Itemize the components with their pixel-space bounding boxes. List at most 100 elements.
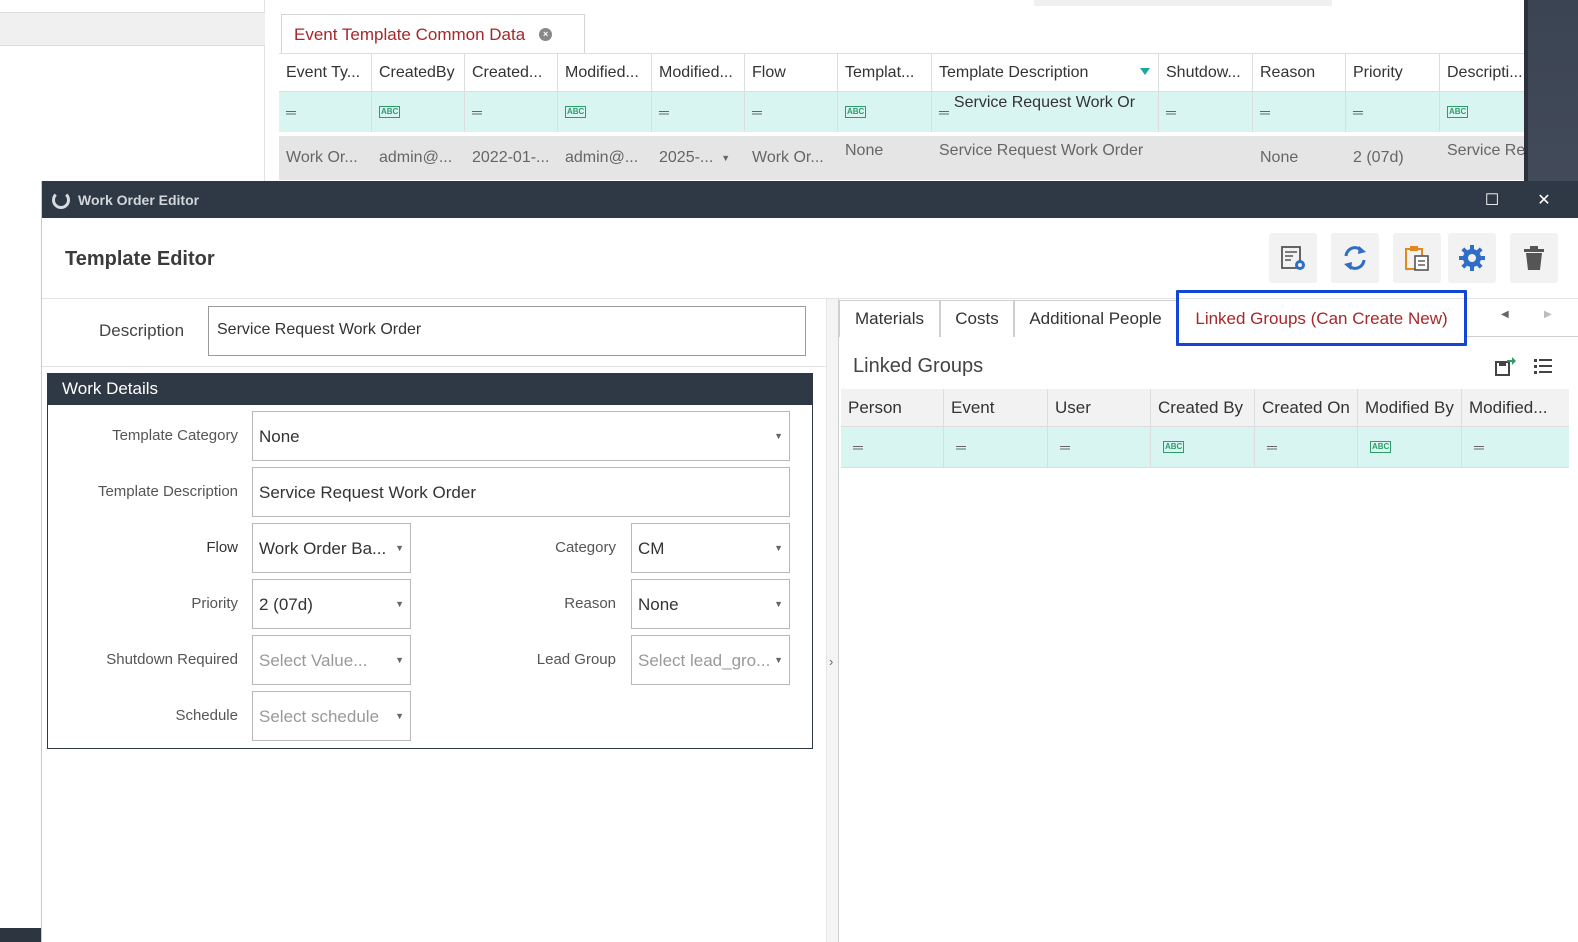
column-header[interactable]: Created... [465, 54, 558, 91]
delete-button[interactable] [1510, 233, 1558, 283]
export-icon[interactable] [1494, 355, 1516, 377]
tab-label: Event Template Common Data [294, 24, 526, 44]
column-header-created-by[interactable]: Created By [1151, 389, 1255, 426]
description-field[interactable]: Service Request Work Order [208, 306, 806, 356]
column-header[interactable]: Reason [1253, 54, 1346, 91]
filter-cell-template-description[interactable]: ═ Service Request Work Or [932, 92, 1159, 132]
column-header[interactable]: Shutdow... [1159, 54, 1253, 91]
column-header[interactable]: Event Ty... [279, 54, 372, 91]
close-tab-icon[interactable]: × [539, 28, 553, 41]
equals-filter-icon: ═ [853, 439, 863, 455]
refresh-button[interactable] [1331, 233, 1379, 283]
equals-filter-icon: ═ [939, 104, 949, 120]
table-cell-value: 2025-... [659, 149, 714, 166]
scroll-left-icon[interactable]: ◀ [1501, 309, 1509, 320]
reason-label: Reason [564, 595, 616, 612]
column-header-modified-on[interactable]: Modified... [1462, 389, 1569, 426]
column-header-event[interactable]: Event [944, 389, 1048, 426]
filter-cell[interactable]: ═ [745, 92, 838, 132]
linked-groups-grid: Person Event User Created By Created On … [841, 389, 1569, 468]
equals-filter-icon: ═ [956, 439, 966, 455]
tab-materials[interactable]: Materials [839, 300, 940, 337]
pane-splitter[interactable]: › [826, 299, 838, 942]
table-row[interactable]: Work Or... admin@... 2022-01-... admin@.… [279, 136, 1524, 180]
text-filter-icon: ABC [845, 106, 867, 118]
chevron-down-icon: ▼ [774, 431, 783, 441]
filter-cell[interactable]: ═ [1253, 92, 1346, 132]
chevron-down-icon: ▼ [774, 655, 783, 665]
table-cell: None [845, 142, 884, 159]
column-header-template-description[interactable]: Template Description [932, 54, 1159, 91]
flow-label: Flow [206, 539, 238, 556]
filter-funnel-icon[interactable] [1140, 68, 1150, 75]
filter-cell[interactable]: ═ [944, 427, 1048, 467]
filter-cell[interactable]: ═ [841, 427, 944, 467]
shutdown-required-select[interactable]: Select Value... ▼ [252, 635, 411, 685]
equals-filter-icon: ═ [1474, 439, 1484, 455]
tab-costs[interactable]: Costs [940, 300, 1014, 337]
template-settings-button[interactable] [1269, 233, 1317, 283]
paste-button[interactable] [1393, 233, 1441, 283]
column-header-created-on[interactable]: Created On [1255, 389, 1358, 426]
column-header[interactable]: CreatedBy [372, 54, 465, 91]
column-header-person[interactable]: Person [841, 389, 944, 426]
filter-cell[interactable]: ═ [1462, 427, 1569, 467]
filter-cell[interactable]: ═ [465, 92, 558, 132]
filter-cell[interactable]: ═ [1048, 427, 1151, 467]
category-select[interactable]: CM ▼ [631, 523, 790, 573]
tab-additional-people[interactable]: Additional People [1014, 300, 1177, 337]
grid-filter-row: ═ ═ ═ ABC ═ ABC ═ [841, 426, 1569, 468]
column-header[interactable]: Priority [1346, 54, 1440, 91]
flow-select[interactable]: Work Order Ba... ▼ [252, 523, 411, 573]
filter-cell[interactable]: ═ [1346, 92, 1440, 132]
settings-button[interactable] [1448, 233, 1496, 283]
tab-event-template-common-data[interactable]: Event Template Common Data × [281, 14, 585, 54]
template-category-select[interactable]: None ▼ [252, 411, 790, 461]
template-settings-icon [1281, 246, 1305, 270]
filter-cell[interactable]: ABC [1151, 427, 1255, 467]
column-header[interactable]: Descripti... [1440, 54, 1524, 91]
window-titlebar[interactable]: Work Order Editor ☐ ✕ [42, 181, 1578, 218]
filter-cell[interactable]: ═ [279, 92, 372, 132]
reason-select[interactable]: None ▼ [631, 579, 790, 629]
text-filter-icon: ABC [379, 106, 401, 118]
event-template-grid: Event Ty... CreatedBy Created... Modifie… [279, 53, 1524, 181]
lead-group-label: Lead Group [536, 651, 616, 668]
column-header[interactable]: Templat... [838, 54, 932, 91]
close-window-button[interactable]: ✕ [1522, 181, 1566, 218]
priority-select[interactable]: 2 (07d) ▼ [252, 579, 411, 629]
grid-header-row: Person Event User Created By Created On … [841, 389, 1569, 426]
background-scrollbar[interactable] [1034, 0, 1332, 6]
equals-filter-icon: ═ [1166, 104, 1176, 120]
category-label: Category [555, 539, 616, 556]
grid-header-row: Event Ty... CreatedBy Created... Modifie… [279, 54, 1524, 91]
schedule-select[interactable]: Select schedule ▼ [252, 691, 411, 741]
page-title: Template Editor [65, 248, 215, 270]
filter-cell[interactable]: ═ [1255, 427, 1358, 467]
editor-header: Template Editor [42, 218, 1578, 299]
filter-cell[interactable]: ═ [652, 92, 745, 132]
scroll-right-icon[interactable]: ▶ [1544, 309, 1552, 320]
column-header[interactable]: Modified... [652, 54, 745, 91]
schedule-placeholder: Select schedule [259, 707, 380, 726]
equals-filter-icon: ═ [1060, 439, 1070, 455]
column-header-user[interactable]: User [1048, 389, 1151, 426]
filter-cell[interactable]: ABC [372, 92, 465, 132]
template-description-field[interactable]: Service Request Work Order [252, 467, 790, 517]
chevron-down-icon[interactable]: ▼ [721, 153, 730, 163]
lead-group-select[interactable]: Select lead_gro... ▼ [631, 635, 790, 685]
maximize-button[interactable]: ☐ [1470, 181, 1514, 218]
equals-filter-icon: ═ [1353, 104, 1363, 120]
chevron-right-icon[interactable]: › [829, 654, 833, 669]
list-icon[interactable] [1532, 355, 1554, 377]
work-details-heading: Work Details [48, 374, 812, 405]
filter-cell[interactable]: ABC [1440, 92, 1524, 132]
chevron-down-icon: ▼ [395, 655, 404, 665]
column-header[interactable]: Flow [745, 54, 838, 91]
filter-cell[interactable]: ABC [838, 92, 932, 132]
filter-cell[interactable]: ABC [1358, 427, 1462, 467]
column-header-modified-by[interactable]: Modified By [1358, 389, 1462, 426]
column-header[interactable]: Modified... [558, 54, 652, 91]
filter-cell[interactable]: ═ [1159, 92, 1253, 132]
filter-cell[interactable]: ABC [558, 92, 652, 132]
